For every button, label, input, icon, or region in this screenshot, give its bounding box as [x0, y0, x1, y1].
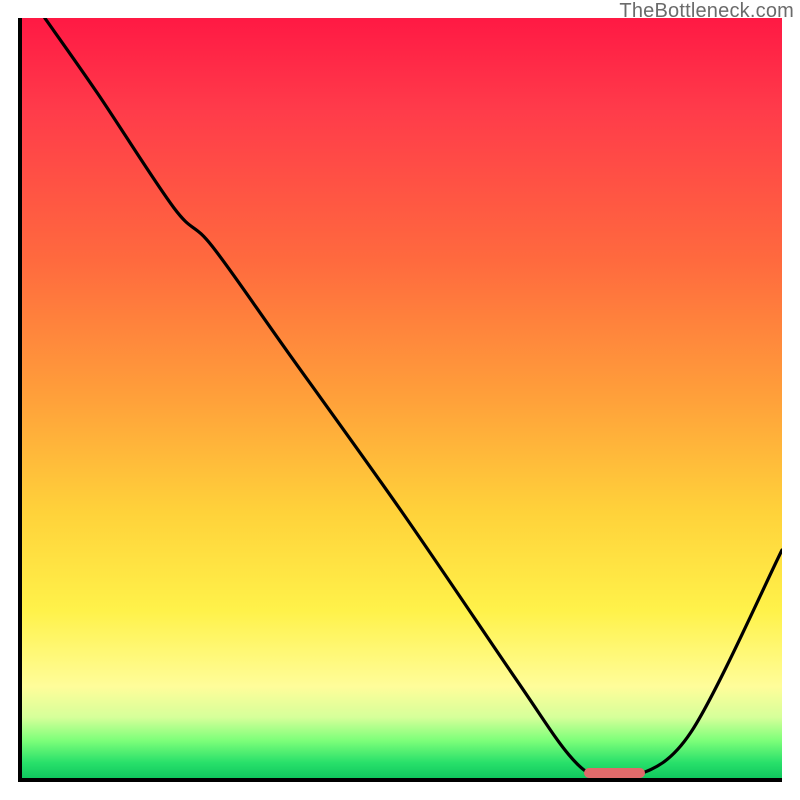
- curve-path: [45, 18, 782, 778]
- bottleneck-curve: [22, 18, 782, 778]
- optimal-range-marker: [584, 768, 645, 778]
- bottleneck-chart: TheBottleneck.com: [0, 0, 800, 800]
- plot-area: [18, 18, 782, 782]
